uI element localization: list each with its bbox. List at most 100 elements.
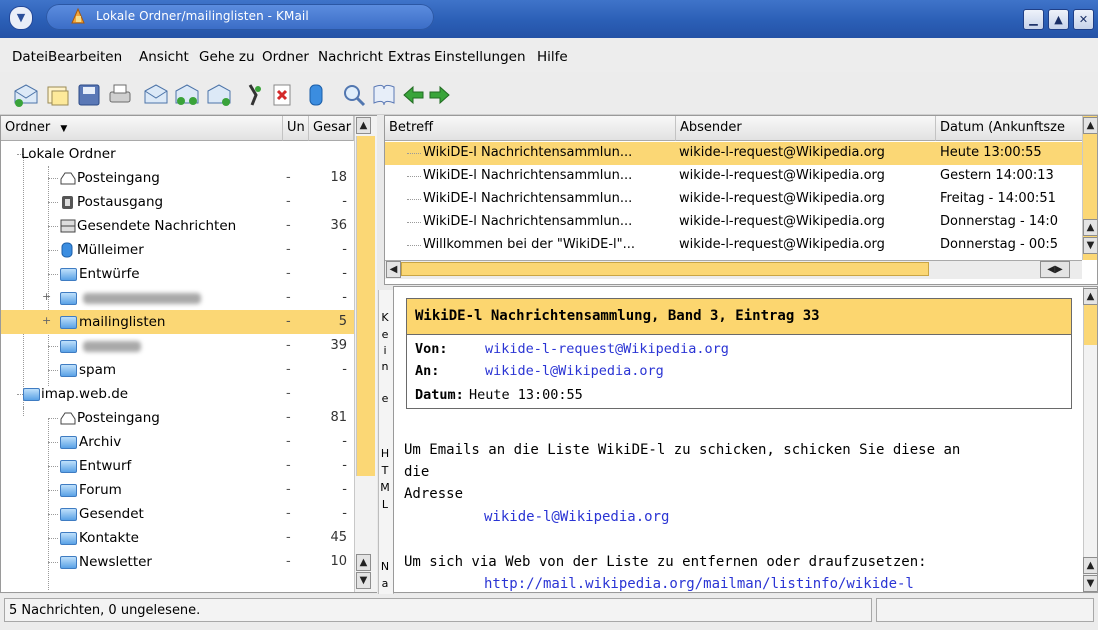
folder-item[interactable]: Kontakte - 45 — [1, 526, 354, 550]
listinfo-url-link[interactable]: http://mail.wikipedia.org/mailman/listin… — [484, 576, 914, 592]
new-message-icon[interactable] — [12, 81, 40, 109]
unread-count: - — [286, 290, 291, 305]
menu-gehe-zu[interactable]: Gehe zu — [199, 49, 255, 65]
folder-item[interactable]: Posteingang - 18 — [1, 166, 354, 190]
scroll-down-icon[interactable]: ▼ — [356, 572, 371, 589]
folder-item[interactable]: + - - — [1, 286, 354, 310]
menu-einstellungen[interactable]: Einstellungen — [434, 49, 526, 65]
menu-ansicht[interactable]: Ansicht — [139, 49, 189, 65]
folder-item[interactable]: - 39 — [1, 334, 354, 358]
scroll-up-icon[interactable]: ▲ — [1083, 288, 1097, 305]
list-address-link[interactable]: wikide-l@Wikipedia.org — [484, 509, 669, 525]
menu-datei[interactable]: Datei — [12, 49, 48, 65]
maximize-button[interactable]: ▲ — [1048, 9, 1069, 30]
kmail-app-icon — [71, 7, 85, 24]
to-address-link[interactable]: wikide-l@Wikipedia.org — [485, 363, 664, 379]
date-column-header[interactable]: Datum (Ankunftsze — [936, 116, 1086, 141]
folder-item[interactable]: Gesendet - - — [1, 502, 354, 526]
folder-item[interactable]: imap.web.de - — [1, 382, 354, 406]
save-icon[interactable] — [75, 81, 103, 109]
message-sender: wikide-l-request@Wikipedia.org — [679, 145, 885, 160]
scroll-left-icon[interactable]: ◀ — [386, 261, 401, 278]
message-date: Donnerstag - 00:5 — [940, 237, 1059, 252]
message-row[interactable]: Willkommen bei der "WikiDE-l"... wikide-… — [385, 234, 1085, 254]
tree-line — [48, 442, 58, 443]
tree-line — [48, 514, 58, 515]
menu-hilfe[interactable]: Hilfe — [537, 49, 568, 65]
scroll-up-icon[interactable]: ▲ — [356, 554, 371, 571]
total-count: - — [342, 242, 347, 257]
from-address-link[interactable]: wikide-l-request@Wikipedia.org — [485, 341, 729, 357]
folder-label: Entwurf — [79, 458, 132, 474]
expand-icon[interactable]: + — [42, 290, 51, 303]
folder-item[interactable]: Mülleimer - - — [1, 238, 354, 262]
folder-column-header[interactable]: Ordner ▼ — [1, 116, 283, 141]
folder-item[interactable]: Entwurf - - — [1, 454, 354, 478]
reply-all-icon[interactable] — [173, 81, 201, 109]
folder-item[interactable]: Posteingang - 81 — [1, 406, 354, 430]
sent-icon — [60, 219, 76, 233]
html-strip-char: i — [383, 344, 387, 357]
delete-icon[interactable] — [268, 81, 296, 109]
minimize-button[interactable]: ▁ — [1023, 9, 1044, 30]
message-row[interactable]: WikiDE-l Nachrichtensammlun... wikide-l-… — [385, 165, 1085, 188]
scroll-down-icon[interactable]: ▼ — [1083, 575, 1097, 592]
from-label: Von: — [415, 341, 448, 357]
tree-line — [48, 418, 58, 419]
scroll-right-icon[interactable]: ◀▶ — [1040, 261, 1070, 278]
folder-scrollbar-thumb[interactable] — [356, 136, 375, 476]
outbox-icon — [62, 196, 73, 209]
back-arrow-icon[interactable] — [400, 81, 428, 109]
open-icon[interactable] — [44, 81, 72, 109]
forward-icon[interactable] — [205, 81, 233, 109]
tree-line — [48, 178, 58, 179]
message-hscrollbar-thumb[interactable] — [401, 262, 929, 276]
folder-item-mailinglisten[interactable]: + mailinglisten - 5 — [1, 310, 354, 334]
close-button[interactable]: ✕ — [1073, 9, 1094, 30]
menu-bar: Datei Bearbeiten Ansicht Gehe zu Ordner … — [0, 38, 1098, 72]
message-sender: wikide-l-request@Wikipedia.org — [679, 191, 885, 206]
expand-icon[interactable]: + — [42, 314, 51, 327]
folder-icon — [60, 532, 77, 545]
folder-item[interactable]: Entwürfe - - — [1, 262, 354, 286]
folder-item[interactable]: Forum - - — [1, 478, 354, 502]
forward-arrow-icon[interactable] — [425, 81, 453, 109]
subject-column-header[interactable]: Betreff — [385, 116, 676, 141]
scroll-up-icon[interactable]: ▲ — [1083, 557, 1097, 574]
reader-scrollbar-thumb[interactable] — [1084, 305, 1097, 345]
folder-item[interactable]: Lokale Ordner — [1, 142, 354, 166]
scroll-up-icon[interactable]: ▲ — [1083, 117, 1097, 134]
folder-item[interactable]: Postausgang - - — [1, 190, 354, 214]
address-book-icon[interactable] — [370, 81, 398, 109]
message-row[interactable]: WikiDE-l Nachrichtensammlun... wikide-l-… — [385, 211, 1085, 234]
title-bar[interactable]: ▼ Lokale Ordner/mailinglisten - KMail ▁ … — [0, 0, 1098, 38]
unread-column-header[interactable]: Un — [283, 116, 309, 141]
kmail-window: ▼ Lokale Ordner/mailinglisten - KMail ▁ … — [0, 0, 1098, 630]
html-strip-char: e — [381, 392, 389, 405]
reply-icon[interactable] — [142, 81, 170, 109]
window-menu-button[interactable]: ▼ — [9, 6, 33, 30]
message-row[interactable]: WikiDE-l Nachrichtensammlun... wikide-l-… — [385, 142, 1085, 165]
trash-icon[interactable] — [302, 81, 330, 109]
menu-nachricht[interactable]: Nachricht — [318, 49, 383, 65]
folder-item[interactable]: spam - - — [1, 358, 354, 382]
menu-extras[interactable]: Extras — [388, 49, 431, 65]
sender-column-header[interactable]: Absender — [676, 116, 936, 141]
menu-bearbeiten[interactable]: Bearbeiten — [48, 49, 122, 65]
total-column-header[interactable]: Gesar — [309, 116, 354, 141]
message-row[interactable]: WikiDE-l Nachrichtensammlun... wikide-l-… — [385, 188, 1085, 211]
menu-ordner[interactable]: Ordner — [262, 49, 309, 65]
folder-item[interactable]: Archiv - - — [1, 430, 354, 454]
print-icon[interactable] — [106, 81, 134, 109]
scroll-up-icon[interactable]: ▲ — [356, 117, 371, 134]
filter-icon[interactable] — [240, 81, 268, 109]
redacted-folder-name — [83, 341, 141, 352]
folder-icon — [60, 268, 77, 281]
total-count: 36 — [330, 218, 347, 233]
search-icon[interactable] — [340, 81, 368, 109]
tree-line — [48, 466, 58, 467]
scroll-down-icon[interactable]: ▼ — [1083, 237, 1097, 254]
folder-item[interactable]: Newsletter - 10 — [1, 550, 354, 574]
folder-item[interactable]: Gesendete Nachrichten - 36 — [1, 214, 354, 238]
scroll-up-icon[interactable]: ▲ — [1083, 219, 1097, 236]
